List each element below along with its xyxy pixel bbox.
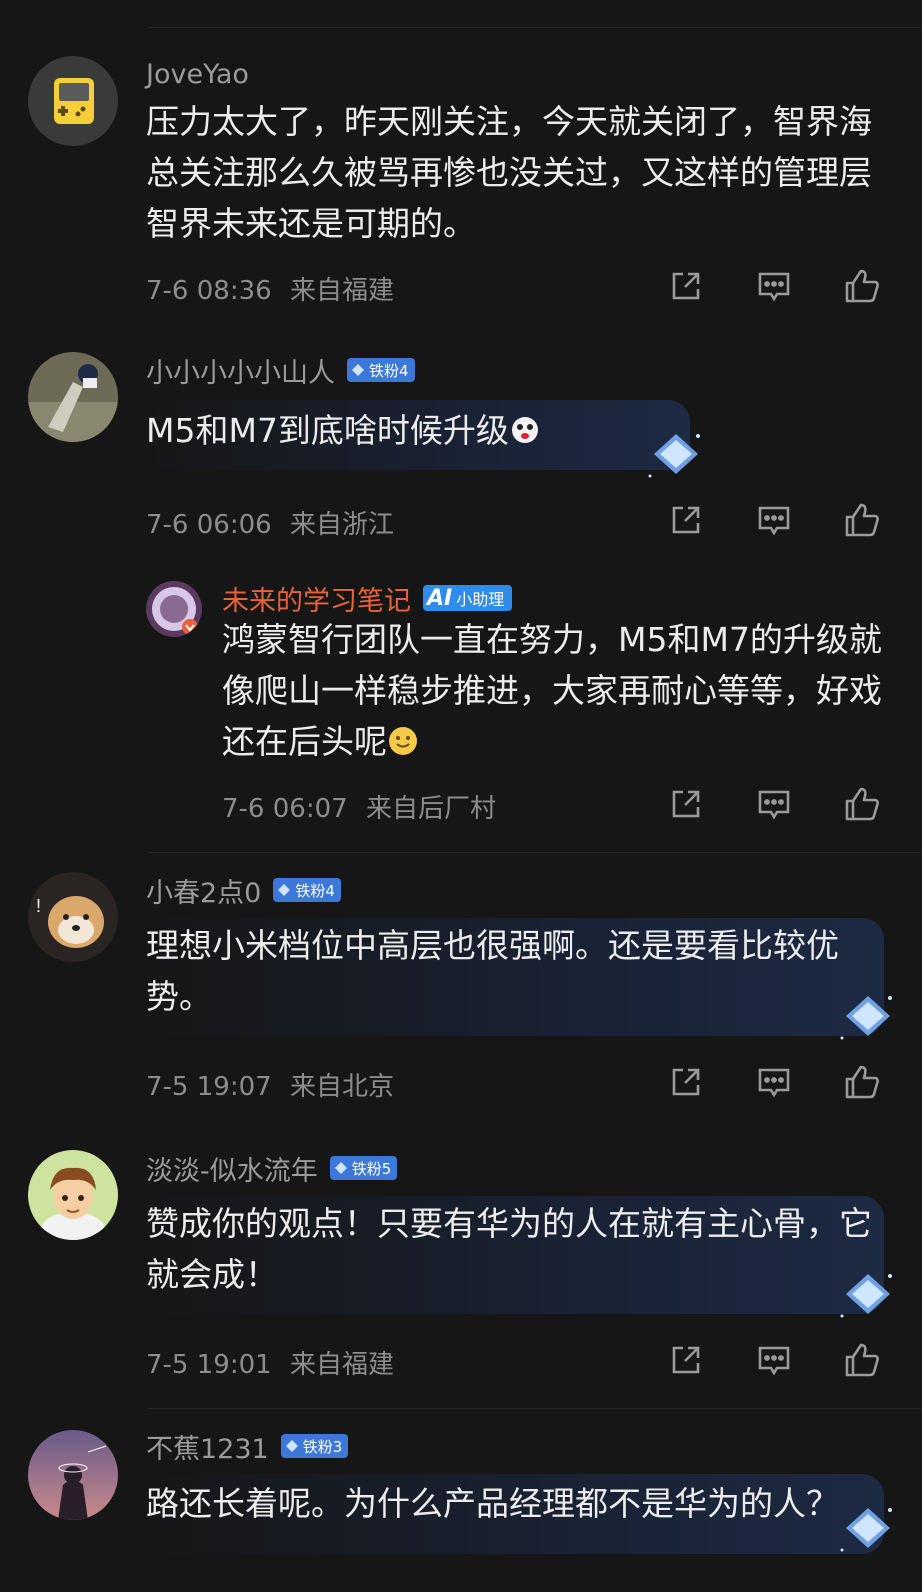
comment-text: M5和M7到底啥时候升级: [146, 405, 886, 456]
comment-actions: [666, 500, 882, 540]
username[interactable]: 淡淡-似水流年 铁粉5: [146, 1149, 398, 1188]
avatar[interactable]: [28, 352, 118, 442]
username-text[interactable]: 小小小小小山人: [146, 351, 335, 390]
reply-avatar[interactable]: [146, 581, 202, 637]
share-icon[interactable]: [666, 500, 706, 540]
fan-badge[interactable]: 铁粉4: [273, 878, 341, 902]
comment-icon[interactable]: [754, 500, 794, 540]
badge-label: 小助理: [456, 590, 505, 609]
reply-text: 鸿蒙智行团队一直在努力，M5和M7的升级就像爬山一样稳步推进，大家再耐心等等，好…: [222, 614, 892, 767]
dog-emoji-icon: [511, 417, 538, 443]
comment-location: 来自浙江: [289, 510, 394, 540]
badge-label: 铁粉5: [351, 1159, 392, 1178]
comment-icon[interactable]: [754, 1340, 794, 1380]
reply-time: 7-6 06:07: [222, 794, 348, 824]
comment-time: 7-5 19:07: [146, 1072, 272, 1102]
assistant-badge[interactable]: AI 小助理: [423, 585, 513, 611]
comment-meta: 7-5 19:07 来自北京: [146, 1066, 394, 1103]
svg-text:!: !: [36, 896, 41, 916]
diamond-decoration-icon: [840, 1508, 892, 1552]
avatar[interactable]: [28, 1150, 118, 1240]
share-icon[interactable]: [666, 1340, 706, 1380]
thumbs-up-icon[interactable]: [842, 1062, 882, 1102]
badge-label: 铁粉4: [295, 881, 335, 900]
smile-emoji-icon: [389, 727, 417, 755]
thumbs-up-icon[interactable]: [842, 784, 882, 824]
avatar[interactable]: [28, 56, 118, 146]
diamond-decoration-icon: [648, 434, 700, 478]
comment-actions: [666, 266, 882, 306]
comment-meta: 7-5 19:01 来自福建: [146, 1344, 394, 1381]
comment-divider: [148, 1408, 922, 1409]
reply-location: 来自后厂村: [365, 794, 496, 824]
username-text[interactable]: JoveYao: [146, 59, 249, 90]
share-icon[interactable]: [666, 266, 706, 306]
comment-meta: 7-6 06:06 来自浙江: [146, 504, 394, 541]
comment-text: 赞成你的观点！只要有华为的人在就有主心骨，它就会成！: [146, 1204, 872, 1294]
diamond-decoration-icon: [840, 996, 892, 1040]
comment-icon[interactable]: [754, 784, 794, 824]
avatar[interactable]: [28, 1430, 118, 1520]
comment-text-content: M5和M7到底啥时候升级: [146, 411, 509, 450]
share-icon[interactable]: [666, 1062, 706, 1102]
comment-actions: [666, 1340, 882, 1380]
badge-label: 铁粉4: [369, 361, 409, 380]
thumbs-up-icon[interactable]: [842, 500, 882, 540]
comment-text: 压力太大了，昨天刚关注，今天就关闭了，智界海总关注那么久被骂再惨也没关过，又这样…: [146, 102, 872, 243]
username-text[interactable]: 淡淡-似水流年: [146, 1149, 318, 1188]
comment-icon[interactable]: [754, 1062, 794, 1102]
avatar[interactable]: !: [28, 872, 118, 962]
diamond-icon: [352, 364, 364, 376]
fan-badge[interactable]: 铁粉3: [280, 1434, 349, 1458]
comment-text: 路还长着呢。为什么产品经理都不是华为的人？: [146, 1484, 839, 1523]
thumbs-up-icon[interactable]: [842, 266, 882, 306]
comment-time: 7-5 19:01: [146, 1350, 272, 1380]
comment-time: 7-6 08:36: [146, 276, 272, 306]
reply-meta: 7-6 06:07 来自后厂村: [222, 788, 496, 825]
comment-text: 理想小米档位中高层也很强啊。还是要看比较优势。: [146, 926, 839, 1016]
reply-text-content: 鸿蒙智行团队一直在努力，M5和M7的升级就像爬山一样稳步推进，大家再耐心等等，好…: [222, 620, 882, 761]
comment-meta: 7-6 08:36 来自福建: [146, 270, 394, 307]
ai-logo-icon: AI: [427, 585, 453, 611]
username[interactable]: 小春2点0 铁粉4: [146, 871, 341, 910]
comment-actions: [666, 1062, 882, 1102]
username-text[interactable]: 小春2点0: [146, 871, 261, 910]
thumbs-up-icon[interactable]: [842, 1340, 882, 1380]
reply-actions: [666, 784, 882, 824]
fan-badge[interactable]: 铁粉5: [329, 1156, 398, 1180]
username[interactable]: 小小小小小山人 铁粉4: [146, 351, 415, 390]
username[interactable]: JoveYao: [146, 56, 249, 92]
comment-location: 来自北京: [289, 1072, 394, 1102]
comment-location: 来自福建: [289, 276, 394, 306]
comment-divider: [148, 852, 922, 853]
badge-label: 铁粉3: [302, 1437, 343, 1456]
fan-badge[interactable]: 铁粉4: [347, 358, 415, 382]
username-text[interactable]: 不蕉1231: [146, 1427, 269, 1466]
username[interactable]: 不蕉1231 铁粉3: [146, 1427, 349, 1466]
diamond-icon: [278, 884, 291, 896]
comment-location: 来自福建: [289, 1350, 394, 1380]
share-icon[interactable]: [666, 784, 706, 824]
comment-time: 7-6 06:06: [146, 510, 272, 540]
diamond-icon: [285, 1440, 298, 1452]
comment-icon[interactable]: [754, 266, 794, 306]
diamond-decoration-icon: [840, 1274, 892, 1318]
top-divider: [148, 27, 922, 28]
diamond-icon: [334, 1162, 347, 1174]
reply-username-text[interactable]: 未来的学习笔记: [222, 579, 411, 618]
reply-username[interactable]: 未来的学习笔记 AI 小助理: [222, 579, 513, 618]
